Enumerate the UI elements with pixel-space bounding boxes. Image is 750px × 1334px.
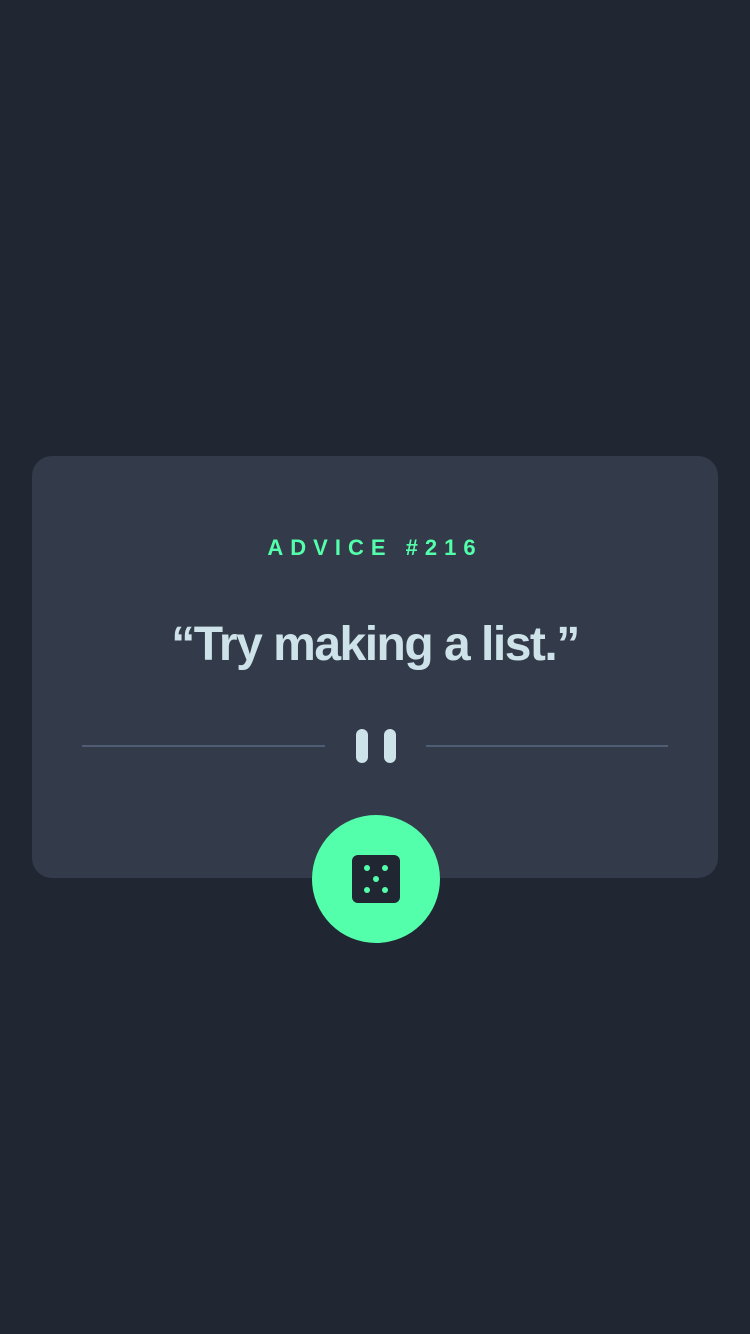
dice-icon xyxy=(352,855,400,903)
generate-advice-button[interactable] xyxy=(312,815,440,943)
pause-icon xyxy=(356,729,396,763)
divider-line-right xyxy=(426,745,668,747)
divider-line-left xyxy=(82,745,325,747)
advice-quote: “Try making a list.” xyxy=(171,618,580,671)
advice-id-label: ADVICE #216 xyxy=(267,535,483,560)
pattern-divider xyxy=(82,726,668,766)
